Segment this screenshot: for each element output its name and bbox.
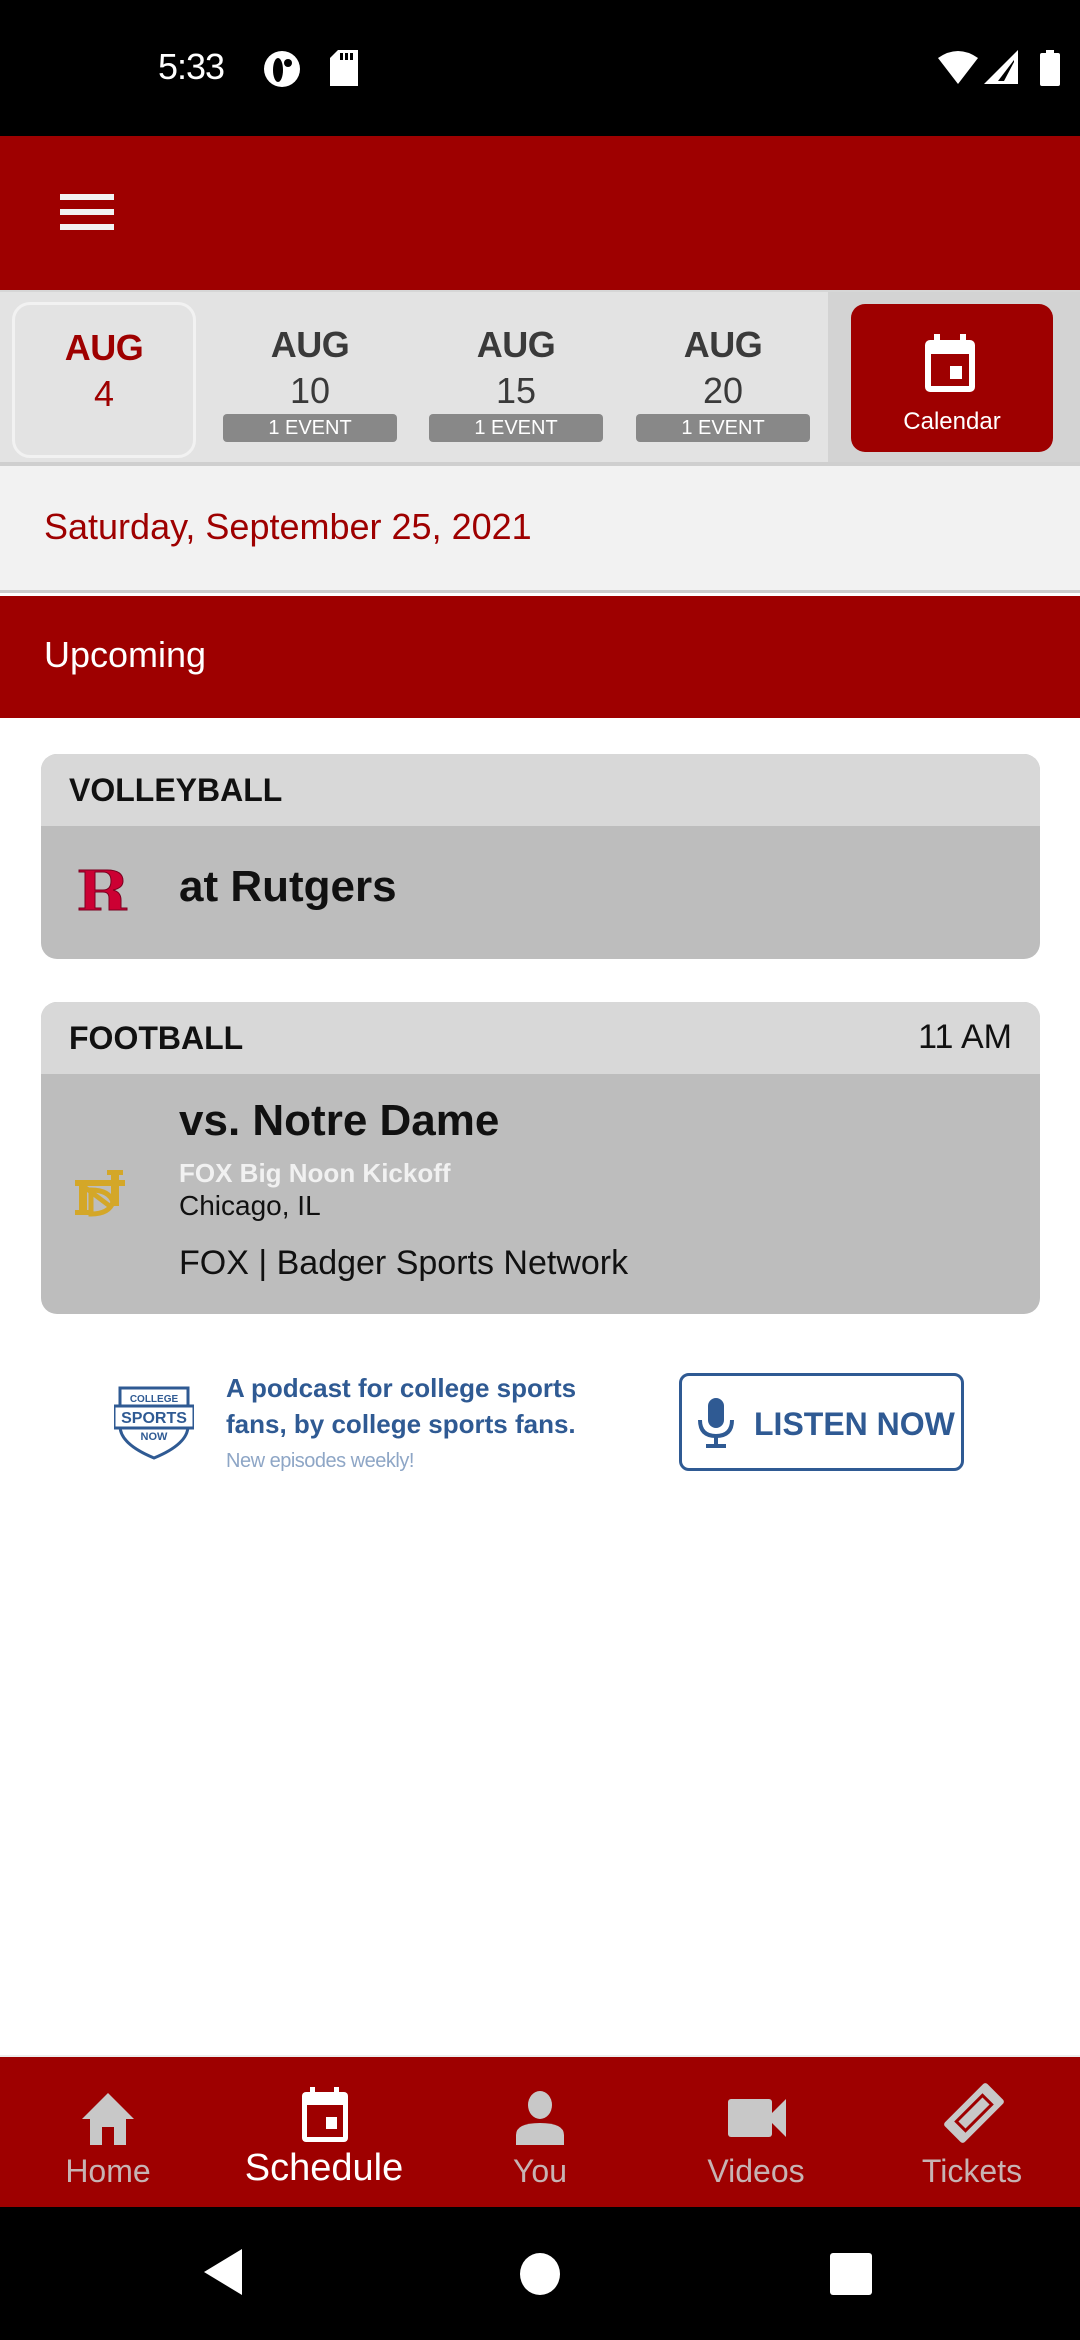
event-time: 11 AM	[918, 1018, 1012, 1056]
svg-text:COLLEGE: COLLEGE	[130, 1394, 179, 1405]
podcast-promo-banner[interactable]: COLLEGE SPORTS NOW A podcast for college…	[100, 1360, 980, 1490]
notre-dame-nd-logo	[75, 1170, 125, 1217]
event-subtitle: FOX Big Noon Kickoff	[179, 1158, 451, 1188]
status-time: 5:33	[158, 46, 225, 87]
event-opponent: at Rutgers	[179, 862, 397, 911]
person-icon	[516, 2091, 564, 2145]
svg-text:SPORTS: SPORTS	[121, 1410, 187, 1427]
status-bar: 5:33	[0, 0, 1080, 136]
bottom-navigation: Home Schedule You Videos Tickets	[0, 2055, 1080, 2207]
nav-label: Schedule	[244, 2147, 404, 2189]
nav-label: You	[513, 2153, 567, 2189]
listen-now-label: LISTEN NOW	[754, 1406, 955, 1442]
event-sport: VOLLEYBALL	[69, 772, 283, 808]
section-header: Upcoming	[0, 596, 1080, 718]
nav-schedule[interactable]: Schedule	[216, 2057, 432, 2207]
nav-label: Videos	[707, 2153, 805, 2189]
microphone-icon	[698, 1398, 734, 1448]
selected-date: Saturday, September 25, 2021	[44, 506, 532, 547]
event-card-header: FOOTBALL 11 AM	[41, 1002, 1040, 1074]
event-tv: FOX | Badger Sports Network	[179, 1244, 629, 1282]
selected-date-bar: Saturday, September 25, 2021	[0, 466, 1080, 593]
home-icon	[82, 2093, 134, 2145]
event-sport: FOOTBALL	[69, 1020, 244, 1056]
date-day: 20	[702, 370, 744, 411]
nav-label: Home	[65, 2153, 151, 2189]
signal-icon	[984, 50, 1018, 89]
calendar-button[interactable]: Calendar	[851, 304, 1053, 452]
recents-icon[interactable]	[830, 2253, 872, 2295]
battery-icon	[1040, 50, 1060, 91]
svg-text:NOW: NOW	[141, 1431, 169, 1443]
calendar-icon	[925, 334, 975, 392]
date-item-aug-10[interactable]: AUG 10 1 EVENT	[218, 302, 402, 458]
event-card-header: VOLLEYBALL	[41, 754, 1040, 826]
date-day: 4	[93, 373, 115, 414]
date-day: 10	[289, 370, 331, 411]
nav-home[interactable]: Home	[0, 2057, 216, 2207]
system-navigation-bar	[0, 2207, 1080, 2340]
home-circle-icon[interactable]	[520, 2253, 560, 2295]
promo-tagline: A podcast for college sports fans, by co…	[226, 1373, 577, 1439]
date-month: AUG	[270, 324, 350, 365]
video-camera-icon	[728, 2099, 786, 2137]
nav-videos[interactable]: Videos	[648, 2057, 864, 2207]
nav-label: Tickets	[921, 2153, 1023, 2189]
wifi-icon	[938, 50, 978, 89]
ticket-icon	[944, 2083, 1004, 2143]
event-opponent: vs. Notre Dame	[179, 1096, 500, 1145]
section-header-title: Upcoming	[44, 634, 207, 675]
date-month: AUG	[476, 324, 556, 365]
calendar-button-label: Calendar	[903, 408, 1001, 435]
app-bar	[0, 136, 1080, 290]
listen-now-button[interactable]: LISTEN NOW	[679, 1373, 964, 1471]
data-saver-icon	[262, 50, 302, 93]
nav-tickets[interactable]: Tickets	[864, 2057, 1080, 2207]
event-count-badge: 1 EVENT	[636, 414, 810, 442]
date-item-aug-4[interactable]: AUG 4	[12, 302, 196, 458]
date-month: AUG	[64, 327, 144, 368]
event-count-badge: 1 EVENT	[223, 414, 397, 442]
event-card-football[interactable]: FOOTBALL 11 AM vs. Notre Dame FOX Big No…	[41, 1002, 1040, 1314]
date-month: AUG	[683, 324, 763, 365]
event-location: Chicago, IL	[179, 1190, 321, 1221]
event-count-badge: 1 EVENT	[429, 414, 603, 442]
college-sports-now-logo: COLLEGE SPORTS NOW	[114, 1386, 194, 1460]
nav-you[interactable]: You	[432, 2057, 648, 2207]
date-item-aug-15[interactable]: AUG 15 1 EVENT	[424, 302, 608, 458]
date-item-aug-20[interactable]: AUG 20 1 EVENT	[631, 302, 815, 458]
rutgers-r-logo	[78, 869, 128, 911]
date-day: 15	[495, 370, 537, 411]
calendar-icon	[302, 2087, 348, 2142]
promo-subtext: New episodes weekly!	[226, 1450, 414, 1472]
event-card-volleyball[interactable]: VOLLEYBALL at Rutgers	[41, 754, 1040, 959]
sd-card-icon	[330, 50, 358, 91]
hamburger-menu-icon[interactable]	[60, 194, 114, 234]
back-icon[interactable]	[204, 2249, 244, 2295]
